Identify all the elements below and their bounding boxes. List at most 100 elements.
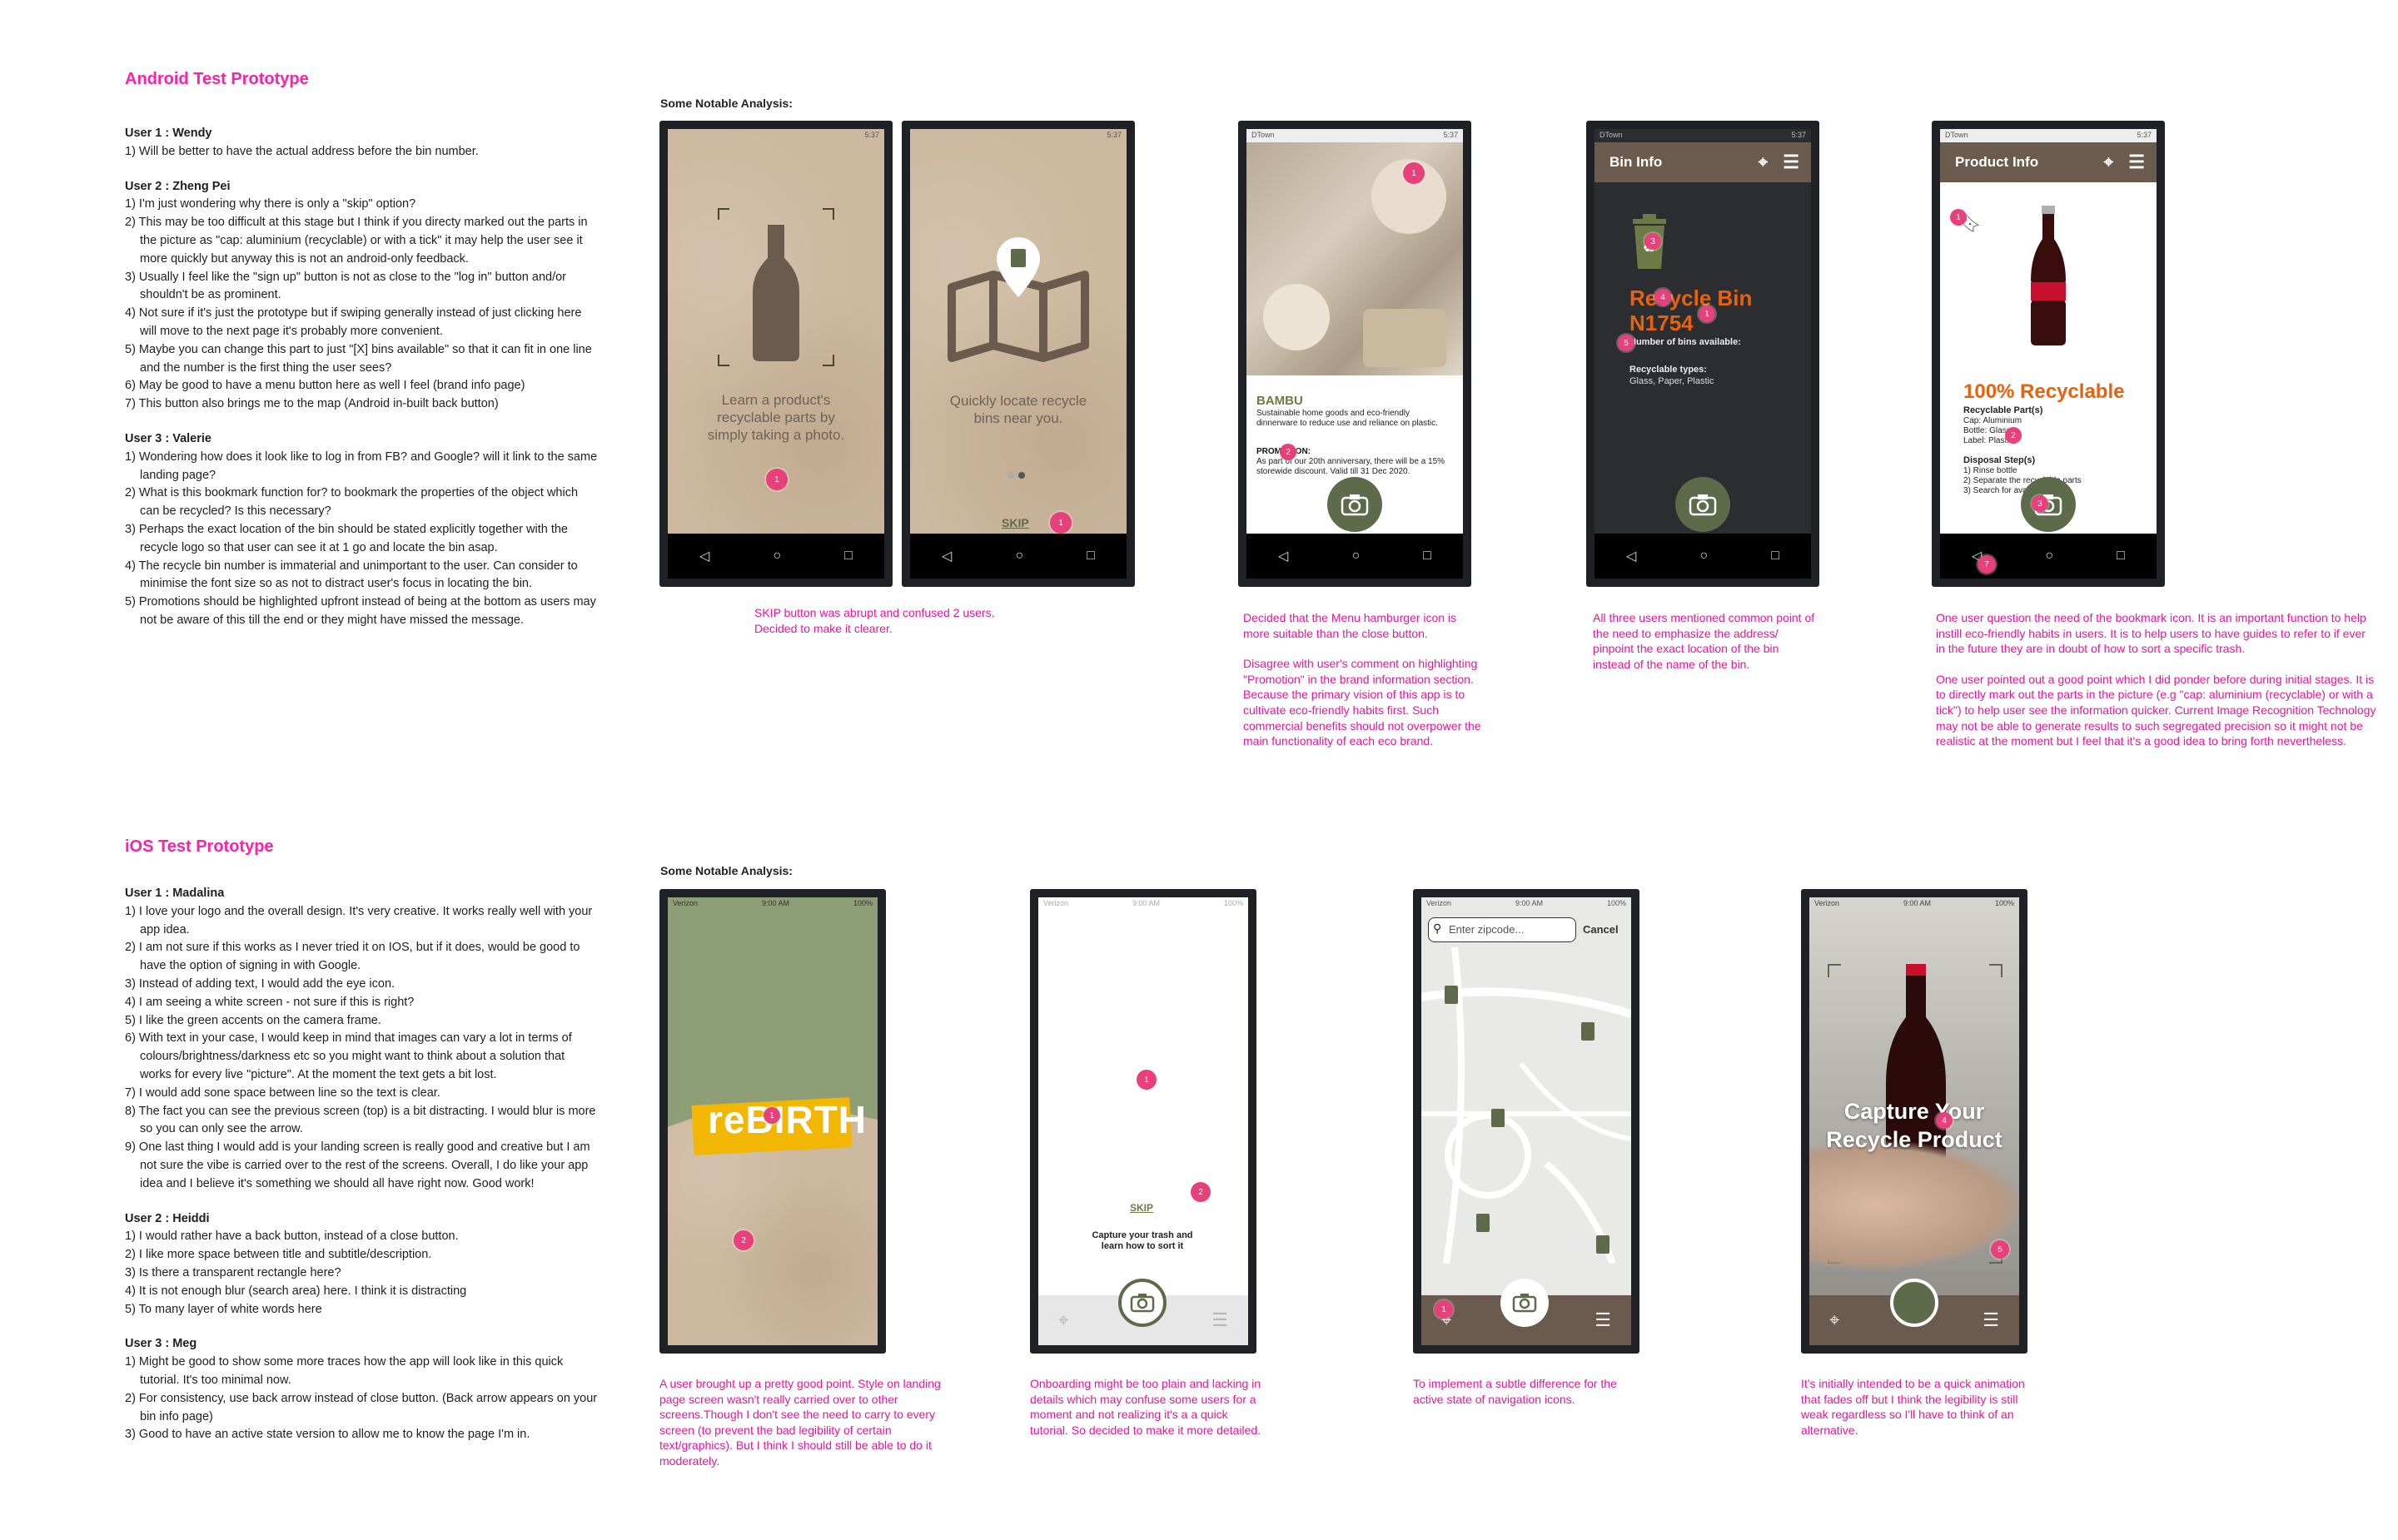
camera-button[interactable] [2021,477,2076,532]
ios-feedback-list: User 1 : Madalina 1) I love your logo and… [125,885,600,1444]
map-pin-icon [948,237,1089,362]
hamburger-menu-icon[interactable]: ☰ [2128,152,2145,173]
back-icon[interactable]: ◁ [699,548,709,564]
bin-marker[interactable] [1491,1109,1505,1127]
hamburger-menu-icon[interactable]: ☰ [1595,1309,1611,1331]
back-icon[interactable]: ◁ [942,548,952,564]
skip-button[interactable]: SKIP [1130,1202,1153,1214]
header-title: Product Info [1955,154,2039,170]
bin-marker[interactable] [1476,1214,1490,1232]
home-icon[interactable]: ○ [1015,549,1023,564]
annotation-marker: 1 [1950,209,1967,226]
hand-photo [1809,1139,2019,1272]
annotation-marker: 2 [1191,1182,1211,1202]
back-icon[interactable]: ◁ [1626,548,1636,564]
brand-photo [1246,142,1463,375]
recents-icon[interactable]: □ [1087,549,1095,564]
annotation-marker: 1 [764,1107,780,1124]
home-icon[interactable]: ○ [773,549,781,564]
feedback-item: 7) This button also brings me to the map… [125,397,499,411]
android-nav-bar: ◁ ○ □ [910,534,1127,579]
feedback-item: 3) Instead of adding text, I would add t… [125,976,396,991]
feedback-item: 7) I would add sone space between line s… [125,1085,440,1100]
map-icon[interactable]: ⌖ [2104,153,2113,172]
status-bar: DTown 5:37 [1246,129,1463,142]
camera-button[interactable] [1675,477,1730,532]
android-phone-onboarding-1: 5:37 Learn a product's recyclable parts … [659,121,893,587]
ios-phone-tutorial: Verizon 9:00 AM 100% 1 SKIP 2 Capture your… [1030,889,1256,1354]
feedback-item: 5) I like the green accents on the camer… [125,1013,381,1027]
status-bar: Verizon 9:00 AM 100% [1043,899,1243,907]
map-icon[interactable]: ⌖ [1759,153,1768,172]
android-nav-bar: ◁ ○ □ [668,534,884,579]
feedback-item: 4) Not sure if it's just the prototype b… [125,306,582,338]
skip-button[interactable]: SKIP [1002,516,1029,529]
annotation-marker: 3 [1644,233,1661,250]
feedback-item: 3) Usually I feel like the "sign up" but… [125,270,567,302]
recyclable-types-label: Recyclable types: [1629,365,1707,375]
hamburger-menu-icon[interactable]: ☰ [1983,1309,1999,1331]
feedback-item: 1) I love your logo and the overall desi… [125,904,593,936]
android-note-bin: All three users mentioned common point o… [1593,611,1815,671]
annotation-marker: 5 [1618,335,1634,351]
feedback-item: 1) Wondering how does it look like to lo… [125,450,598,482]
android-nav-bar: ◁ ○ □ [1595,534,1811,579]
recents-icon[interactable]: □ [2117,549,2125,564]
bin-marker[interactable] [1596,1235,1609,1254]
ios-note-capture: It's initially intended to be a quick an… [1801,1377,2025,1437]
zipcode-search-input[interactable]: Enter zipcode... [1428,917,1576,942]
tutorial-caption: Capture your trash and learn how to sort… [1092,1230,1193,1251]
bin-count-label: Number of bins available: [1629,337,1741,347]
recents-icon[interactable]: □ [1771,549,1779,564]
android-section-title: Android Test Prototype [125,70,309,88]
feedback-item: 2) I like more space between title and s… [125,1248,432,1262]
feedback-item: 6) With text in your case, I would keep … [125,1031,572,1081]
camera-button[interactable] [1500,1279,1549,1327]
status-bar: Verizon 9:00 AM 100% [1814,899,2014,907]
android-note-brand: Decided that the Menu hamburger icon is … [1243,611,1481,748]
annotation-marker: 4 [1654,289,1671,306]
user-heading: User 1 : Wendy [125,127,212,140]
android-phone-onboarding-2: 5:37 Quickly locate recycle bins near yo… [902,121,1135,587]
bin-title-line2: N1754 [1629,310,1694,335]
camera-button[interactable] [1118,1279,1167,1327]
bin-marker[interactable] [1581,1022,1595,1041]
home-icon[interactable]: ○ [2045,549,2053,564]
recents-icon[interactable]: □ [844,549,853,564]
ios-phone-capture: Verizon 9:00 AM 100% Capture Your Recycle … [1801,889,2027,1354]
annotation-marker: 2 [734,1230,754,1250]
home-icon[interactable]: ○ [1699,549,1708,564]
recyclable-percent: 100% Recyclable [1963,380,2125,403]
back-icon[interactable]: ◁ [1278,548,1288,564]
camera-button[interactable] [1327,477,1382,532]
capture-overlay-text: Capture Your Recycle Product [1826,1099,2002,1152]
hamburger-menu-icon[interactable]: ☰ [1211,1309,1228,1331]
feedback-item: 3) Is there a transparent rectangle here… [125,1265,341,1279]
android-nav-bar: ◁ ○ □ [1940,534,2157,579]
android-phone-product-info: DTown 5:37 Product Info ⌖ ☰ 🔖︎ 1 100% Rec… [1932,121,2165,587]
user-heading: User 3 : Meg [125,1337,197,1351]
map-icon[interactable]: ⌖ [1829,1309,1839,1331]
disposal-steps-label: Disposal Step(s) [1963,455,2036,465]
android-note-skip: SKIP button was abrupt and confused 2 us… [754,606,995,635]
home-icon[interactable]: ○ [1351,549,1360,564]
part-bottle: Bottle: Glass [1963,426,2011,435]
android-nav-bar: ◁ ○ □ [1246,534,1463,579]
feedback-item: 1) I'm just wondering why there is only … [125,197,416,211]
annotation-marker: 5 [1991,1240,2009,1259]
user-heading: User 3 : Valerie [125,431,211,445]
feedback-item: 5) To many layer of white words here [125,1302,322,1316]
camera-icon [1130,1294,1155,1313]
bin-marker[interactable] [1445,986,1458,1004]
feedback-item: 5) Maybe you can change this part to jus… [125,342,592,375]
map-icon[interactable]: ⌖ [1058,1309,1068,1331]
annotation-marker: 7 [1978,555,1996,574]
cancel-button[interactable]: Cancel [1583,923,1619,936]
feedback-item: 1) Might be good to show some more trace… [125,1355,564,1387]
feedback-item: 1) I would rather have a back button, in… [125,1230,459,1244]
camera-icon [1512,1294,1537,1313]
shutter-button[interactable] [1890,1279,1938,1327]
hamburger-menu-icon[interactable]: ☰ [1783,152,1799,173]
recents-icon[interactable]: □ [1423,549,1431,564]
annotation-marker: 1 [1435,1300,1453,1319]
